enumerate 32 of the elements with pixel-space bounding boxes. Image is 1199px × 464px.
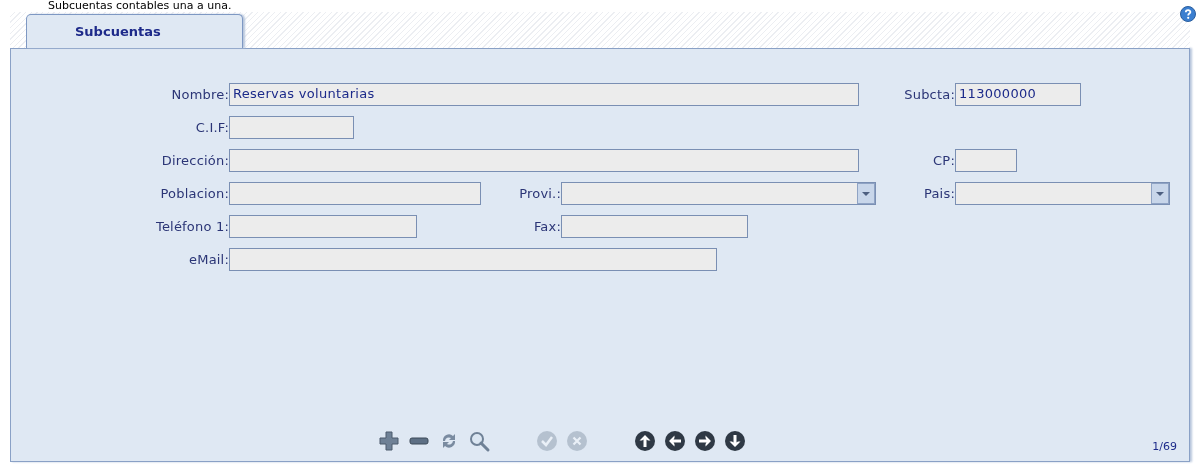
text-field[interactable]: 113000000	[955, 83, 1081, 106]
field-label: Pais:	[923, 186, 955, 201]
text-field[interactable]	[955, 149, 1017, 172]
field-label: Provi.:	[518, 186, 561, 201]
dropdown-field[interactable]	[561, 182, 876, 205]
help-icon[interactable]	[1180, 6, 1196, 22]
page-heading: Subcuentas contables una a una.	[47, 0, 233, 12]
field-label: CP:	[932, 153, 955, 168]
text-field[interactable]	[229, 182, 481, 205]
field-label: Subcta:	[903, 87, 955, 102]
field-label: C.I.F:	[194, 120, 229, 135]
tab[interactable]: Subcuentas	[26, 14, 243, 48]
dropdown-field[interactable]	[955, 182, 1170, 205]
field-label: Dirección:	[160, 153, 229, 168]
text-field[interactable]	[229, 149, 859, 172]
record-counter: 1/69	[1152, 440, 1177, 453]
text-field[interactable]	[229, 248, 717, 271]
text-field[interactable]	[229, 116, 354, 139]
plus-icon[interactable]	[377, 429, 401, 453]
field-label: Nombre:	[170, 87, 229, 102]
arrow-left-icon[interactable]	[663, 429, 687, 453]
field-label: Teléfono 1:	[154, 219, 229, 234]
arrow-down-icon[interactable]	[723, 429, 747, 453]
text-field[interactable]	[561, 215, 748, 238]
search-icon[interactable]	[467, 429, 491, 453]
text-field[interactable]: Reservas voluntarias	[229, 83, 859, 106]
field-label: Fax:	[532, 219, 561, 234]
text-field[interactable]	[229, 215, 417, 238]
field-label: Poblacion:	[159, 186, 229, 201]
field-label: eMail:	[188, 252, 229, 267]
arrow-right-icon[interactable]	[693, 429, 717, 453]
arrow-up-icon[interactable]	[633, 429, 657, 453]
